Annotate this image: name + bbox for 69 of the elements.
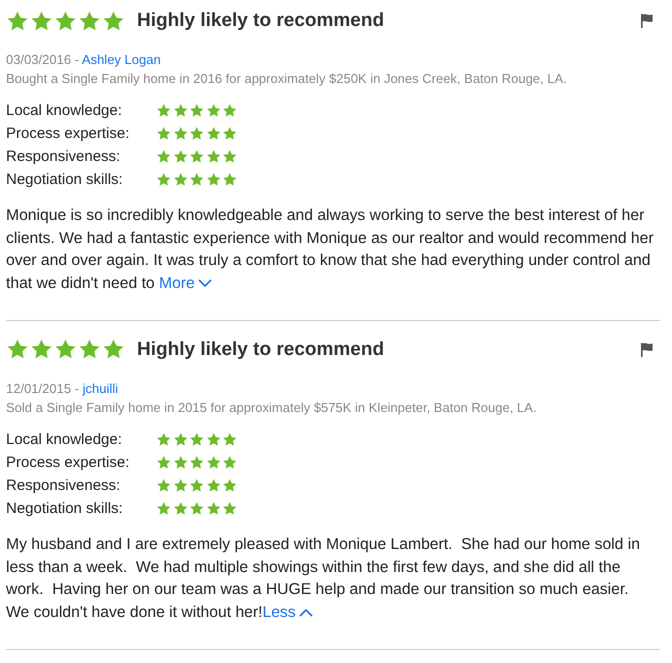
star-icon (172, 501, 188, 517)
transaction-summary: Sold a Single Family home in 2015 for approximately $575K in Kleinpeter, Baton Rouge, LA. (6, 398, 538, 417)
star-icon (156, 478, 172, 494)
star-icon (222, 149, 238, 165)
flag-icon[interactable] (640, 13, 654, 29)
star-icon (156, 103, 172, 119)
star-icon (222, 126, 238, 142)
flag-icon[interactable] (640, 342, 654, 358)
review-date: 12/01/2015 - jchuilli (6, 380, 120, 398)
star-icon (222, 501, 238, 517)
star-icon (222, 103, 238, 119)
star-icon (156, 432, 172, 448)
less-link[interactable]: Less (262, 604, 313, 621)
rating-label: Process expertise: (6, 125, 130, 143)
star-icon (206, 501, 221, 517)
rating-label: Responsiveness: (6, 148, 122, 166)
star-icon (102, 10, 125, 32)
rating-label: Local knowledge: (6, 430, 123, 449)
star-icon (156, 149, 172, 165)
star-icon (222, 432, 238, 448)
review-headline: Highly likely to recommend (137, 10, 386, 32)
star-icon (222, 478, 238, 494)
star-icon (78, 10, 101, 32)
star-icon (172, 455, 188, 471)
rating-label: Local knowledge: (6, 102, 123, 120)
star-icon (54, 10, 77, 32)
star-icon (206, 149, 221, 165)
star-icon (172, 172, 188, 188)
author-link[interactable]: jchuilli (82, 380, 118, 396)
star-icon (172, 126, 188, 142)
rating-label: Responsiveness: (6, 476, 122, 495)
transaction-summary: Bought a Single Family home in 2016 for approximately $250K in Jones Creek, Baton Rouge, LA. (6, 70, 568, 88)
star-icon (206, 432, 221, 448)
star-icon (206, 478, 221, 494)
chevron-icon (198, 279, 212, 288)
star-icon (206, 126, 221, 142)
review-text: Monique is so incredibly knowledgeable and always working to serve the best interest of her clients. We had a fantastic experience with Monique as our realtor and would recommend her over and over again. It was truly a comfort to know that she had everything under control and that we didn't need to More (6, 206, 655, 294)
rating-label: Negotiation skills: (6, 500, 124, 518)
chevron-icon (298, 608, 313, 618)
star-icon (156, 501, 172, 517)
star-icon (222, 455, 238, 471)
star-icon (172, 478, 188, 494)
review-text: My husband and I are extremely pleased with Monique Lambert. She had our home sold in less than a week. We had multiple showings within the first few days, and she did all the work. Having her on our team was a HUGE help and made our transition so much easier. We couldn't have done it without her!Less (6, 534, 641, 623)
rating-label: Negotiation skills: (6, 171, 124, 189)
review-headline: Highly likely to recommend (137, 338, 386, 361)
star-icon (189, 432, 204, 448)
star-icon (189, 501, 204, 517)
author-link[interactable]: Ashley Logan (82, 52, 161, 67)
star-icon (172, 149, 188, 165)
star-icon (206, 455, 221, 471)
star-icon (189, 478, 204, 494)
star-icon (189, 172, 204, 188)
star-icon (189, 103, 204, 119)
review-date: 03/03/2016 - Ashley Logan (6, 51, 162, 69)
star-icon (189, 149, 204, 165)
star-icon (30, 10, 53, 32)
star-icon (222, 172, 238, 188)
more-link[interactable]: More (159, 275, 212, 292)
star-icon (206, 103, 221, 119)
star-icon (189, 126, 204, 142)
star-icon (6, 10, 29, 32)
star-icon (156, 126, 172, 142)
star-icon (172, 103, 188, 119)
star-icon (156, 172, 172, 188)
star-icon (172, 432, 188, 448)
star-icon (206, 172, 221, 188)
star-icon (156, 455, 172, 471)
star-icon (189, 455, 204, 471)
rating-label: Process expertise: (6, 454, 130, 472)
